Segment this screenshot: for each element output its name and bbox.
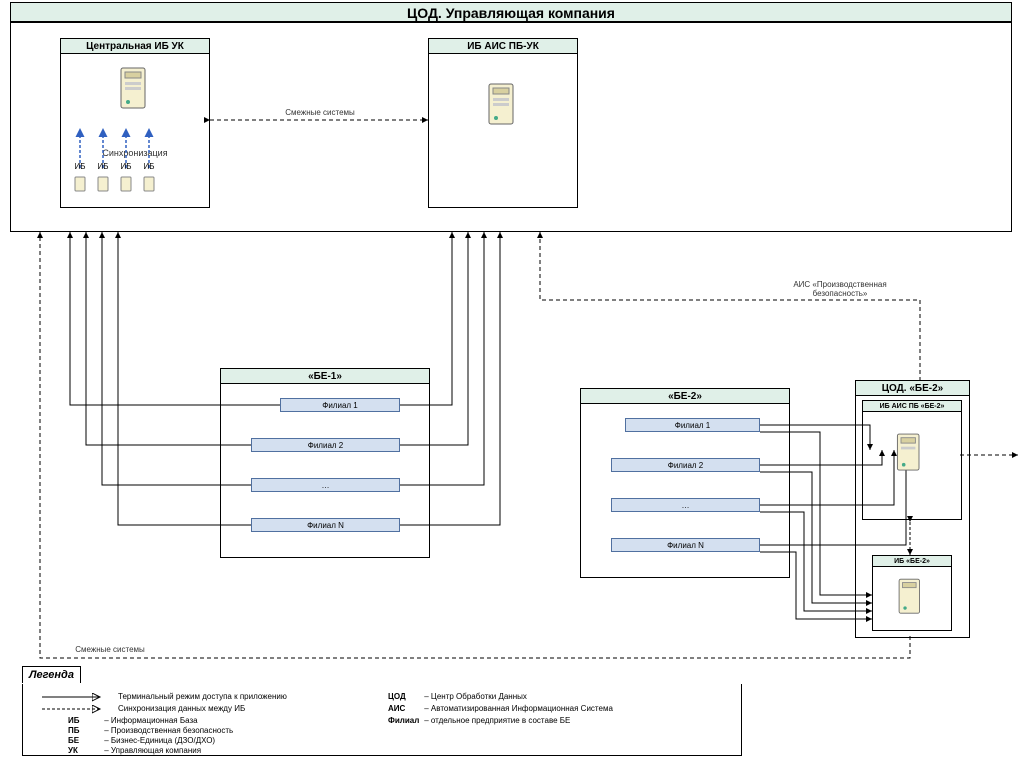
be1-filial-2: Филиал 2 — [251, 438, 400, 452]
be1-filial-1: Филиал 1 — [280, 398, 400, 412]
ais-prom-label: АИС «Производственнаябезопасность» — [760, 280, 920, 298]
server-icon — [483, 80, 523, 130]
legend-row: ЦОД – Центр Обработки Данных — [388, 692, 527, 701]
diagram-title: ЦОД. Управляющая компания — [10, 2, 1012, 22]
server-icon — [894, 575, 928, 619]
mini-server-icon — [96, 175, 110, 193]
legend-row: Терминальный режим доступа к приложению — [118, 692, 287, 701]
mini-server-icon — [119, 175, 133, 193]
legend-row: АИС – Автоматизированная Информационная … — [388, 704, 613, 713]
cod-be2-inner2-title: ИБ «БЕ-2» — [872, 555, 952, 567]
be2-filial-1: Филиал 1 — [625, 418, 760, 432]
mini-label: ИБ — [94, 162, 112, 171]
legend-row: ПБ – Производственная безопасность — [68, 726, 233, 735]
ais-pb-uk-title: ИБ АИС ПБ-УК — [428, 38, 578, 54]
be2-filial-dots: … — [611, 498, 760, 512]
server-icon — [892, 430, 928, 476]
be2-filial-2: Филиал 2 — [611, 458, 760, 472]
legend-row: Филиал – отдельное предприятие в составе… — [388, 716, 570, 725]
smezh-label: Смежные системы — [60, 645, 160, 654]
exchange-label: Смежные системы — [260, 108, 380, 117]
be1-filial-dots: … — [251, 478, 400, 492]
mini-label: ИБ — [117, 162, 135, 171]
mini-label: ИБ — [71, 162, 89, 171]
be1-filial-n: Филиал N — [251, 518, 400, 532]
be1-title: «БЕ-1» — [220, 368, 430, 384]
legend-row: Синхронизация данных между ИБ — [118, 704, 245, 713]
legend-row: УК – Управляющая компания — [68, 746, 201, 755]
be2-title: «БЕ-2» — [580, 388, 790, 404]
legend-row: БЕ – Бизнес-Единица (ДЗО/ДХО) — [68, 736, 215, 745]
central-ib-title: Центральная ИБ УК — [60, 38, 210, 54]
be2-filial-n: Филиал N — [611, 538, 760, 552]
mini-server-icon — [73, 175, 87, 193]
legend-title: Легенда — [22, 666, 81, 683]
cod-be2-inner1-title: ИБ АИС ПБ «БЕ-2» — [862, 400, 962, 412]
sync-label: Синхронизация — [68, 148, 202, 158]
mini-label: ИБ — [140, 162, 158, 171]
cod-be2-title: ЦОД. «БЕ-2» — [855, 380, 970, 396]
mini-server-icon — [142, 175, 156, 193]
legend-row: ИБ – Информационная База — [68, 716, 198, 725]
server-icon — [115, 64, 155, 114]
